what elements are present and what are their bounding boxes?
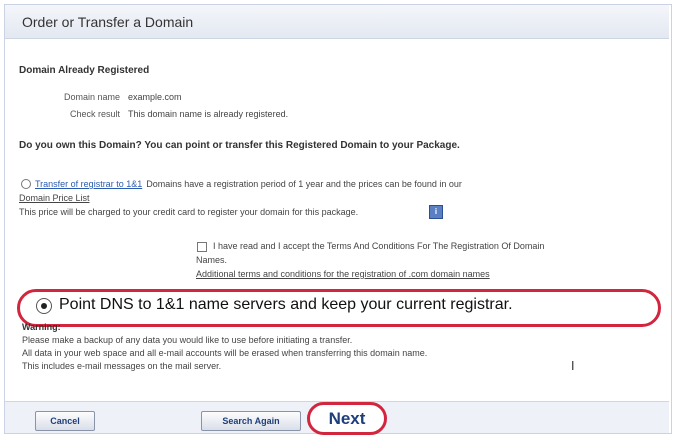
transfer-radio[interactable]	[21, 179, 31, 189]
terms-label-line2: Names.	[196, 255, 228, 265]
terms-checkbox[interactable]	[197, 242, 207, 252]
check-result-value: This domain name is already registered.	[128, 109, 289, 119]
terms-label-line1: I have read and I accept the Terms And C…	[213, 241, 545, 251]
transfer-description: Domains have a registration period of 1 …	[146, 179, 462, 189]
text-cursor-icon: Ⅰ	[571, 359, 575, 373]
info-icon[interactable]: i	[429, 205, 443, 219]
cancel-button[interactable]: Cancel	[35, 411, 95, 431]
dns-radio[interactable]	[36, 298, 52, 314]
domain-name-value: example.com	[128, 92, 182, 102]
warning-line: All data in your web space and all e-mai…	[22, 348, 428, 358]
warning-line: This includes e-mail messages on the mai…	[22, 361, 222, 371]
next-button[interactable]: Next	[307, 402, 387, 435]
price-list-link[interactable]: Domain Price List	[19, 193, 90, 203]
transfer-option-label[interactable]: Transfer of registrar to 1&1	[35, 179, 142, 189]
warning-title: Warning:	[22, 322, 61, 332]
page-title: Order or Transfer a Domain	[22, 14, 194, 30]
section-title: Domain Already Registered	[19, 65, 150, 76]
transfer-option[interactable]: Transfer of registrar to 1&1 Domains hav…	[21, 179, 462, 189]
additional-terms-link[interactable]: Additional terms and conditions for the …	[196, 269, 490, 279]
domain-name-label: Domain name	[63, 92, 120, 102]
dns-option-label[interactable]: Point DNS to 1&1 name servers and keep y…	[59, 296, 513, 314]
ownership-question: Do you own this Domain? You can point or…	[19, 140, 460, 151]
warning-line: Please make a backup of any data you wou…	[22, 335, 353, 345]
search-again-button[interactable]: Search Again	[201, 411, 301, 431]
panel-header: Order or Transfer a Domain	[5, 5, 669, 39]
check-result-label: Check result	[69, 109, 120, 119]
charge-note: This price will be charged to your credi…	[19, 207, 359, 217]
